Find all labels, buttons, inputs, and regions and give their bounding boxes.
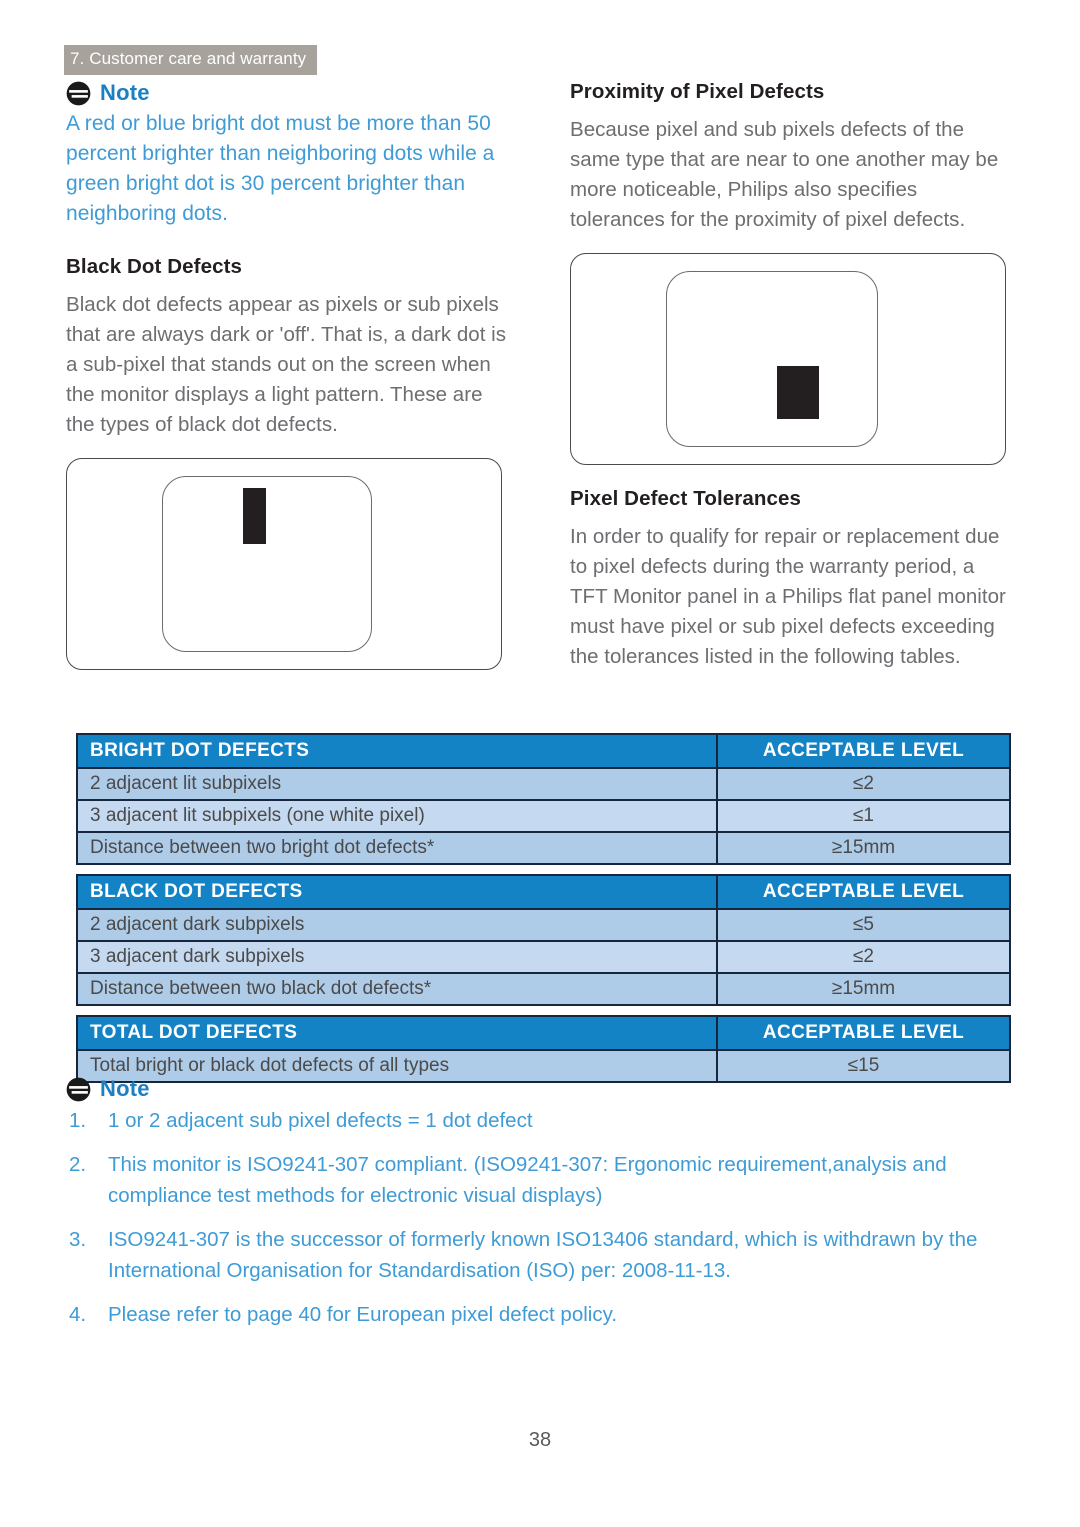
table-row: 3 adjacent lit subpixels (one white pixe… [76,799,1011,833]
cell-defect: Distance between two bright dot defects* [76,831,718,865]
monitor-screen-area [162,476,372,652]
black-dot-defects-table: BLACK DOT DEFECTS ACCEPTABLE LEVEL 2 adj… [76,874,1011,1006]
black-dot-defects-heading: Black Dot Defects [66,255,243,278]
dark-subpixel-block [777,366,819,419]
column-header-level: ACCEPTABLE LEVEL [716,733,1011,769]
table-row: 2 adjacent lit subpixels ≤2 [76,767,1011,801]
cell-level: ≤2 [716,767,1011,801]
cell-level: ≥15mm [716,831,1011,865]
bright-dot-defects-table: BRIGHT DOT DEFECTS ACCEPTABLE LEVEL 2 ad… [76,733,1011,865]
table-row: 2 adjacent dark subpixels ≤5 [76,908,1011,942]
proximity-heading: Proximity of Pixel Defects [570,80,825,103]
note-heading-top: Note [66,80,506,106]
cell-defect: 2 adjacent dark subpixels [76,908,718,942]
cell-defect: 3 adjacent lit subpixels (one white pixe… [76,799,718,833]
note-label: Note [100,80,150,105]
cell-level: ≤2 [716,940,1011,974]
table-header-row: TOTAL DOT DEFECTS ACCEPTABLE LEVEL [76,1015,1011,1051]
column-header-level: ACCEPTABLE LEVEL [716,874,1011,910]
column-header-defect: BLACK DOT DEFECTS [76,874,718,910]
list-item: Please refer to page 40 for European pix… [69,1299,618,1330]
cell-defect: Distance between two black dot defects* [76,972,718,1006]
bottom-note-section: Note 1 or 2 adjacent sub pixel defects =… [66,1076,1016,1343]
monitor-screen-area [666,271,878,447]
bright-dot-note-text: A red or blue bright dot must be more th… [66,112,495,225]
tolerances-text: In order to qualify for repair or replac… [570,525,1006,668]
note-info-icon [66,1077,91,1101]
left-column: Note A red or blue bright dot must be mo… [66,80,506,670]
note-heading-bottom: Note [66,1076,1016,1102]
dark-subpixel-block [243,488,266,544]
proximity-text: Because pixel and sub pixels defects of … [570,118,999,231]
table-header-row: BRIGHT DOT DEFECTS ACCEPTABLE LEVEL [76,733,1011,769]
list-item: This monitor is ISO9241-307 compliant. (… [69,1149,947,1207]
total-dot-defects-table: TOTAL DOT DEFECTS ACCEPTABLE LEVEL Total… [76,1015,1011,1083]
table-header-row: BLACK DOT DEFECTS ACCEPTABLE LEVEL [76,874,1011,910]
table-row: Distance between two black dot defects* … [76,972,1011,1006]
column-header-level: ACCEPTABLE LEVEL [716,1015,1011,1051]
cell-defect: 3 adjacent dark subpixels [76,940,718,974]
column-header-defect: BRIGHT DOT DEFECTS [76,733,718,769]
pixel-defect-proximity-monitor-illustration [570,253,1006,465]
tolerances-heading: Pixel Defect Tolerances [570,487,801,510]
note-info-icon [66,81,91,105]
page-number: 38 [528,1429,552,1451]
column-header-defect: TOTAL DOT DEFECTS [76,1015,718,1051]
pixel-defect-tolerance-tables: BRIGHT DOT DEFECTS ACCEPTABLE LEVEL 2 ad… [76,733,1011,1092]
cell-defect: 2 adjacent lit subpixels [76,767,718,801]
black-dot-defect-monitor-illustration [66,458,502,670]
breadcrumb: 7. Customer care and warranty [64,45,318,75]
note-list: 1 or 2 adjacent sub pixel defects = 1 do… [66,1105,1016,1330]
cell-level: ≤1 [716,799,1011,833]
cell-level: ≤5 [716,908,1011,942]
cell-level: ≥15mm [716,972,1011,1006]
list-item: ISO9241-307 is the successor of formerly… [69,1224,978,1282]
note-label: Note [100,1076,150,1101]
right-column: Proximity of Pixel Defects Because pixel… [570,80,1014,690]
table-row: Distance between two bright dot defects*… [76,831,1011,865]
list-item: 1 or 2 adjacent sub pixel defects = 1 do… [69,1105,533,1136]
table-row: 3 adjacent dark subpixels ≤2 [76,940,1011,974]
black-dot-defects-text: Black dot defects appear as pixels or su… [66,293,506,436]
